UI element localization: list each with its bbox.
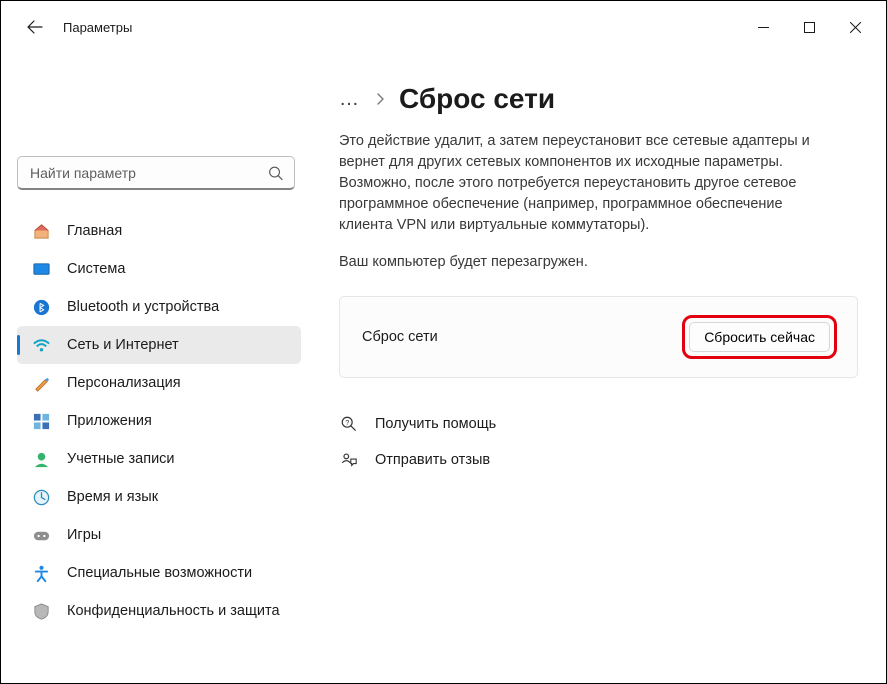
sidebar-item-network[interactable]: Сеть и Интернет [17, 326, 301, 364]
minimize-button[interactable] [740, 11, 786, 43]
sidebar-item-label: Сеть и Интернет [67, 337, 179, 353]
chevron-right-icon [375, 93, 385, 105]
personalization-icon [31, 373, 51, 393]
sidebar-item-label: Приложения [67, 413, 152, 429]
get-help-link[interactable]: ? Получить помощь [339, 414, 858, 434]
breadcrumb: … Сброс сети [339, 83, 858, 115]
back-button[interactable] [19, 11, 51, 43]
sidebar-item-label: Специальные возможности [67, 565, 252, 581]
accounts-icon [31, 449, 51, 469]
sidebar-item-label: Система [67, 261, 125, 277]
breadcrumb-ellipsis[interactable]: … [339, 89, 361, 109]
sidebar-item-accounts[interactable]: Учетные записи [17, 440, 301, 478]
home-icon [31, 221, 51, 241]
bluetooth-icon [31, 297, 51, 317]
sidebar-item-apps[interactable]: Приложения [17, 402, 301, 440]
wifi-icon [31, 335, 51, 355]
sidebar-item-accessibility[interactable]: Специальные возможности [17, 554, 301, 592]
reset-card-label: Сброс сети [362, 329, 438, 345]
close-button[interactable] [832, 11, 878, 43]
close-icon [850, 22, 861, 33]
sidebar-item-label: Игры [67, 527, 101, 543]
sidebar-item-label: Bluetooth и устройства [67, 299, 219, 315]
sidebar-nav: Главная Система Bluetooth и устройства С… [17, 212, 301, 630]
search-icon [268, 166, 283, 181]
system-icon [31, 259, 51, 279]
sidebar-item-gaming[interactable]: Игры [17, 516, 301, 554]
sidebar-item-label: Время и язык [67, 489, 158, 505]
sidebar-item-bluetooth[interactable]: Bluetooth и устройства [17, 288, 301, 326]
page-title: Сброс сети [399, 83, 555, 115]
feedback-icon [339, 450, 359, 470]
get-help-label: Получить помощь [375, 416, 496, 432]
svg-text:?: ? [345, 418, 349, 427]
help-icon: ? [339, 414, 359, 434]
reset-now-button[interactable]: Сбросить сейчас [689, 322, 830, 352]
apps-icon [31, 411, 51, 431]
footer-links: ? Получить помощь Отправить отзыв [339, 414, 858, 470]
search-input[interactable] [17, 156, 295, 190]
window-controls [740, 11, 878, 43]
sidebar-item-privacy[interactable]: Конфиденциальность и защита [17, 592, 301, 630]
sidebar-item-time-language[interactable]: Время и язык [17, 478, 301, 516]
sidebar-item-system[interactable]: Система [17, 250, 301, 288]
minimize-icon [758, 22, 769, 33]
page-description: Это действие удалит, а затем переустанов… [339, 131, 839, 236]
content: … Сброс сети Это действие удалит, а зате… [309, 53, 886, 683]
arrow-left-icon [27, 19, 43, 35]
restart-note: Ваш компьютер будет перезагружен. [339, 254, 858, 270]
sidebar: Главная Система Bluetooth и устройства С… [1, 53, 309, 683]
sidebar-item-label: Конфиденциальность и защита [67, 603, 280, 619]
feedback-link[interactable]: Отправить отзыв [339, 450, 858, 470]
sidebar-item-personalization[interactable]: Персонализация [17, 364, 301, 402]
feedback-label: Отправить отзыв [375, 452, 490, 468]
gaming-icon [31, 525, 51, 545]
reset-card: Сброс сети Сбросить сейчас [339, 296, 858, 378]
app-title: Параметры [63, 20, 132, 35]
privacy-icon [31, 601, 51, 621]
sidebar-item-label: Учетные записи [67, 451, 175, 467]
maximize-icon [804, 22, 815, 33]
highlight-annotation: Сбросить сейчас [682, 315, 837, 359]
maximize-button[interactable] [786, 11, 832, 43]
sidebar-item-label: Главная [67, 223, 122, 239]
sidebar-item-home[interactable]: Главная [17, 212, 301, 250]
time-language-icon [31, 487, 51, 507]
titlebar: Параметры [1, 1, 886, 53]
sidebar-item-label: Персонализация [67, 375, 181, 391]
accessibility-icon [31, 563, 51, 583]
